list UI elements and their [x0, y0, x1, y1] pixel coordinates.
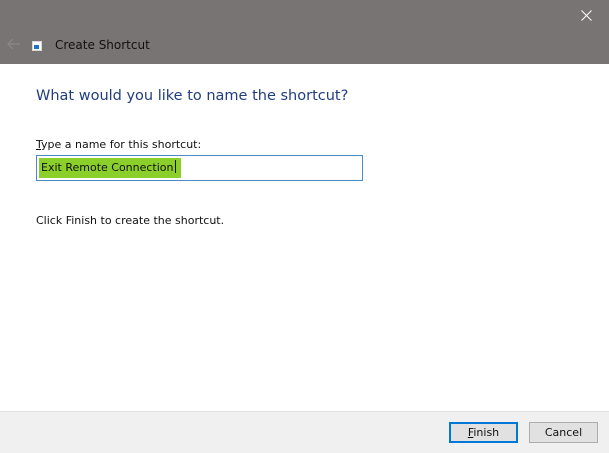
page-heading: What would you like to name the shortcut…: [36, 88, 349, 104]
title-bar: Create Shortcut: [0, 0, 609, 64]
name-field-label-text: ype a name for this shortcut:: [41, 138, 202, 151]
finish-button[interactable]: Finish: [449, 422, 518, 443]
name-field-label: Type a name for this shortcut:: [36, 137, 201, 152]
shortcut-app-icon: [32, 41, 42, 51]
back-arrow-icon: [7, 38, 20, 50]
cancel-button[interactable]: Cancel: [529, 422, 598, 443]
button-footer: Finish Cancel: [0, 411, 609, 453]
back-button[interactable]: [4, 34, 24, 54]
text-caret: [174, 160, 176, 173]
create-shortcut-window: Create Shortcut What would you like to n…: [0, 0, 609, 453]
finish-instruction-text: Click Finish to create the shortcut.: [36, 214, 225, 227]
close-icon: [580, 9, 592, 21]
selected-name-text: Exit Remote Connection: [39, 158, 181, 178]
finish-label: inish: [473, 426, 500, 439]
window-title: Create Shortcut: [55, 38, 150, 52]
shortcut-name-value: Exit Remote Connection: [41, 161, 174, 174]
shortcut-name-input[interactable]: Exit Remote Connection: [36, 155, 363, 181]
close-button[interactable]: [563, 0, 609, 30]
